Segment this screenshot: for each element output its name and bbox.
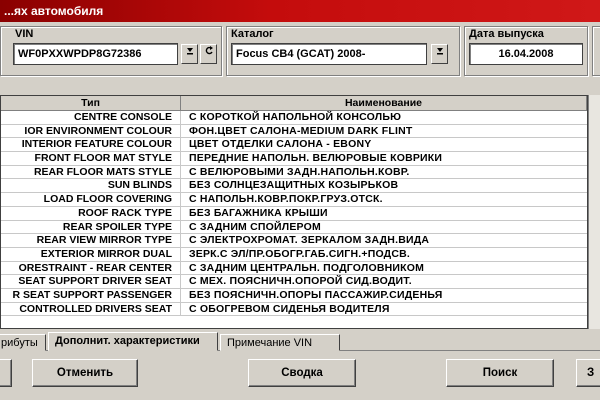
column-header-name[interactable]: Наименование: [181, 96, 587, 110]
cell-type: EXTERIOR MIRROR DUAL: [1, 247, 181, 261]
table-row[interactable]: EXTERIOR MIRROR DUAL ЗЕРК.С ЭЛ/ПР.ОБОГР.Г…: [1, 247, 587, 262]
cell-type: ORESTRAINT - REAR CENTER: [1, 261, 181, 275]
cell-name: ЦВЕТ ОТДЕЛКИ САЛОНА - EBONY: [189, 138, 372, 151]
cell-name: С КОРОТКОЙ НАПОЛЬНОЙ КОНСОЛЬЮ: [189, 111, 402, 123]
search-button[interactable]: Поиск: [446, 359, 554, 387]
tab-strip: рибуты Дополнит. характеристики Примечан…: [0, 332, 600, 351]
cell-name: БЕЗ ПОЯСНИЧН.ОПОРЫ ПАССАЖИР.СИДЕНЬЯ: [189, 288, 443, 301]
cell-type: LOAD FLOOR COVERING: [1, 193, 181, 206]
refresh-icon[interactable]: [200, 44, 217, 64]
table-row[interactable]: ROOF RACK TYPE БЕЗ БАГАЖНИКА КРЫШИ: [1, 206, 587, 221]
cell-name: ФОН.ЦВЕТ САЛОНА-MEDIUM DARK FLINT: [189, 124, 413, 137]
vin-label: VIN: [15, 28, 34, 40]
vin-field[interactable]: WF0PXXWPDP8G72386: [13, 43, 178, 65]
right-edge-button[interactable]: З: [576, 359, 600, 387]
cell-name: С МЕХ. ПОЯСНИЧН.ОПОРОЙ СИД.ВОДИТ.: [189, 275, 412, 288]
table-row[interactable]: ORESTRAINT - REAR CENTER С ЗАДНИМ ЦЕНТРАЛ…: [1, 261, 587, 276]
cell-type: REAR VIEW MIRROR TYPE: [1, 234, 181, 247]
vertical-scrollbar[interactable]: [588, 95, 600, 329]
app-window: ...ях автомобиля VIN WF0PXXWPDP8G72386 К…: [0, 0, 600, 400]
table-row[interactable]: REAR FLOOR MATS STYLE С ВЕЛЮРОВЫМИ ЗАДН.Н…: [1, 165, 587, 180]
cell-name: ЗЕРК.С ЭЛ/ПР.ОБОГР.ГАБ.СИГН.+ПОДСВ.: [189, 247, 411, 260]
catalog-label: Каталог: [231, 28, 274, 40]
vin-group: VIN WF0PXXWPDP8G72386: [0, 26, 222, 76]
summary-button[interactable]: Сводка: [248, 359, 356, 387]
dropdown-arrow-icon[interactable]: [181, 44, 198, 64]
table-row[interactable]: SUN BLINDS БЕЗ СОЛНЦЕЗАЩИТНЫХ КОЗЫРЬКОВ: [1, 179, 587, 194]
cell-type: FRONT FLOOR MAT STYLE: [1, 152, 181, 165]
cell-type: R SEAT SUPPORT PASSENGER: [1, 288, 181, 302]
cell-name: С НАПОЛЬН.КОВР.ПОКР.ГРУЗ.ОТСК.: [189, 193, 383, 206]
cell-type: CONTROLLED DRIVERS SEAT: [1, 302, 181, 316]
catalog-group: Каталог Focus CB4 (GCAT) 2008-: [226, 26, 460, 76]
table-row[interactable]: REAR VIEW MIRROR TYPE С ЭЛЕКТРОХРОМАТ. ЗЕ…: [1, 234, 587, 248]
table-row[interactable]: SEAT SUPPORT DRIVER SEAT С МЕХ. ПОЯСНИЧН.…: [1, 275, 587, 289]
cell-name: С ЗАДНИМ ЦЕНТРАЛЬН. ПОДГОЛОВНИКОМ: [189, 261, 425, 274]
cancel-button[interactable]: Отменить: [32, 359, 138, 387]
cell-type: REAR SPOILER TYPE: [1, 220, 181, 234]
window-titlebar[interactable]: ...ях автомобиля: [0, 0, 600, 22]
catalog-field[interactable]: Focus CB4 (GCAT) 2008-: [231, 43, 427, 65]
tab-additional-characteristics[interactable]: Дополнит. характеристики: [48, 332, 218, 351]
cell-type: SEAT SUPPORT DRIVER SEAT: [1, 275, 181, 288]
cell-type: REAR FLOOR MATS STYLE: [1, 165, 181, 179]
window-title: ...ях автомобиля: [4, 4, 104, 18]
table-row[interactable]: CONTROLLED DRIVERS SEAT С ОБОГРЕВОМ СИДЕН…: [1, 302, 587, 317]
table-row[interactable]: INTERIOR FEATURE COLOUR ЦВЕТ ОТДЕЛКИ САЛО…: [1, 138, 587, 153]
table-row[interactable]: LOAD FLOOR COVERING С НАПОЛЬН.КОВР.ПОКР.Г…: [1, 193, 587, 207]
table-body: CENTRE CONSOLE С КОРОТКОЙ НАПОЛЬНОЙ КОНСО…: [1, 111, 587, 317]
cell-name: С ОБОГРЕВОМ СИДЕНЬЯ ВОДИТЕЛЯ: [189, 302, 390, 315]
cell-name: ПЕРЕДНИЕ НАПОЛЬН. ВЕЛЮРОВЫЕ КОВРИКИ: [189, 152, 443, 165]
table-row[interactable]: IOR ENVIRONMENT COLOUR ФОН.ЦВЕТ САЛОНА-ME…: [1, 124, 587, 139]
tab-attributes[interactable]: рибуты: [0, 334, 46, 351]
dropdown-arrow-icon[interactable]: [431, 44, 448, 64]
next-group-edge: [592, 26, 600, 76]
cell-name: БЕЗ СОЛНЦЕЗАЩИТНЫХ КОЗЫРЬКОВ: [189, 179, 399, 192]
release-date-label: Дата выпуска: [469, 28, 544, 40]
column-header-type[interactable]: Тип: [1, 96, 181, 110]
options-table[interactable]: Тип Наименование CENTRE CONSOLE С КОРОТКО…: [0, 95, 588, 329]
cell-type: INTERIOR FEATURE COLOUR: [1, 138, 181, 152]
cell-name: С ЗАДНИМ СПОЙЛЕРОМ: [189, 220, 321, 233]
cell-name: БЕЗ БАГАЖНИКА КРЫШИ: [189, 206, 328, 219]
table-row[interactable]: FRONT FLOOR MAT STYLE ПЕРЕДНИЕ НАПОЛЬН. В…: [1, 152, 587, 166]
release-date-field[interactable]: 16.04.2008: [469, 43, 583, 65]
cell-type: IOR ENVIRONMENT COLOUR: [1, 124, 181, 138]
cell-name: С ЭЛЕКТРОХРОМАТ. ЗЕРКАЛОМ ЗАДН.ВИДА: [189, 234, 430, 247]
table-row[interactable]: CENTRE CONSOLE С КОРОТКОЙ НАПОЛЬНОЙ КОНСО…: [1, 111, 587, 125]
table-header: Тип Наименование: [1, 96, 587, 111]
table-row[interactable]: REAR SPOILER TYPE С ЗАДНИМ СПОЙЛЕРОМ: [1, 220, 587, 235]
cell-type: CENTRE CONSOLE: [1, 111, 181, 124]
cell-type: SUN BLINDS: [1, 179, 181, 193]
release-date-group: Дата выпуска 16.04.2008: [464, 26, 588, 76]
cell-name: С ВЕЛЮРОВЫМИ ЗАДН.НАПОЛЬН.КОВР.: [189, 165, 410, 178]
cell-type: ROOF RACK TYPE: [1, 206, 181, 220]
tab-vin-note[interactable]: Примечание VIN: [220, 334, 340, 351]
table-row[interactable]: R SEAT SUPPORT PASSENGER БЕЗ ПОЯСНИЧН.ОПО…: [1, 288, 587, 303]
left-edge-button[interactable]: [0, 359, 12, 387]
